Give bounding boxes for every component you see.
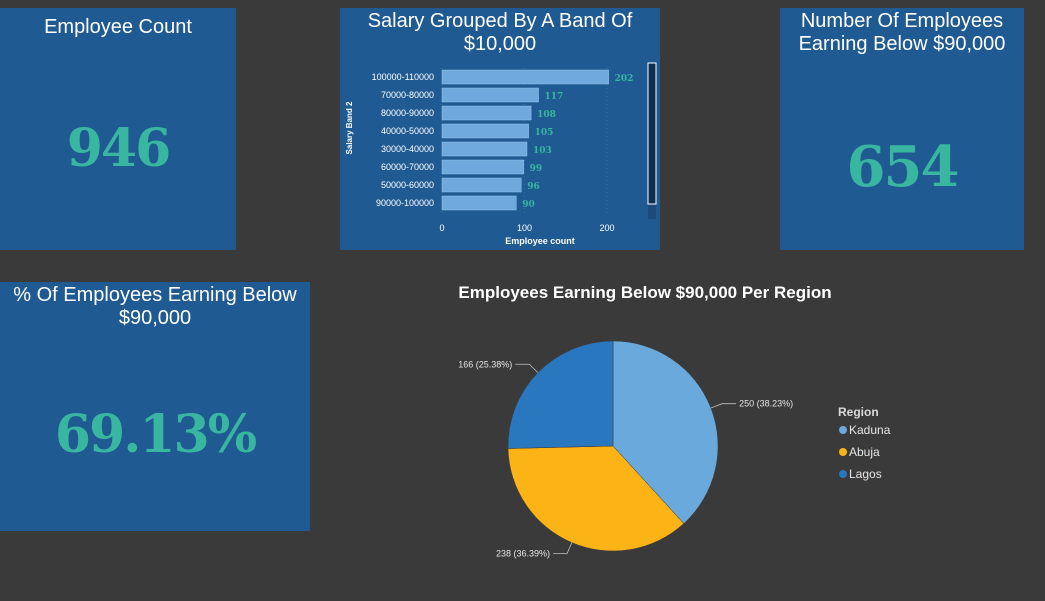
salary-bar[interactable] (441, 105, 532, 121)
salary-data-label: 99 (530, 164, 543, 174)
salary-data-label: 117 (545, 92, 564, 102)
salary-bar[interactable] (441, 177, 522, 193)
salary-category-label: 60000-70000 (381, 162, 434, 172)
legend-item-lagos[interactable]: Lagos (849, 467, 882, 481)
employee-count-card: Employee Count 946 (0, 8, 236, 250)
pie-leader-line (710, 403, 737, 409)
salary-x-tick-label: 100 (517, 223, 532, 233)
salary-bar[interactable] (441, 87, 539, 103)
pie-leader-line (553, 542, 573, 555)
below-90k-count-value: 654 (846, 134, 960, 200)
salary-bar[interactable] (441, 69, 609, 85)
salary-bar[interactable] (441, 159, 524, 175)
salary-y-axis-label: Salary Band 2 (345, 101, 354, 154)
salary-x-axis-label: Employee count (505, 236, 575, 246)
salary-category-label: 100000-110000 (372, 72, 434, 82)
employee-count-value: 946 (66, 118, 172, 179)
salary-bar[interactable] (441, 141, 528, 157)
legend-item-kaduna[interactable]: Kaduna (849, 423, 891, 437)
salary-scrollbar-thumb[interactable] (647, 62, 657, 205)
pct-below-90k-value: 69.13% (54, 404, 257, 465)
legend-marker-lagos (839, 470, 847, 478)
pie-data-label: 238 (36.39%) (496, 549, 550, 559)
salary-category-label: 30000-40000 (381, 144, 434, 154)
pct-below-90k-title: % Of Employees Earning Below $90,000 (13, 284, 297, 329)
salary-data-label: 108 (537, 110, 556, 120)
pie-data-label: 250 (38.23%) (739, 399, 793, 409)
legend-marker-abuja (839, 448, 847, 456)
salary-data-label: 103 (533, 146, 552, 156)
legend-marker-kaduna (839, 426, 847, 434)
salary-category-label: 70000-80000 (381, 90, 434, 100)
salary-x-tick-label: 200 (599, 223, 614, 233)
below-90k-count-card: Number Of Employees Earning Below $90,00… (780, 8, 1024, 250)
salary-category-label: 40000-50000 (381, 126, 434, 136)
region-pie-title: Employees Earning Below $90,000 Per Regi… (458, 283, 832, 302)
employee-count-title: Employee Count (44, 16, 192, 38)
salary-bar[interactable] (441, 123, 529, 139)
salary-category-label: 90000-100000 (376, 198, 434, 208)
salary-category-label: 50000-60000 (381, 180, 434, 190)
pie-data-label: 166 (25.38%) (458, 359, 512, 369)
pie-leader-line (515, 363, 539, 373)
below-90k-count-title: Number Of Employees Earning Below $90,00… (798, 10, 1006, 55)
pct-below-90k-card: % Of Employees Earning Below $90,000 69.… (0, 282, 310, 531)
salary-bar[interactable] (441, 195, 517, 211)
legend-title: Region (838, 405, 879, 419)
salary-data-label: 202 (615, 74, 634, 84)
salary-category-label: 80000-90000 (381, 108, 434, 118)
salary-bar-chart: Salary Band 2 Employee count 0 100 200 1000… (345, 62, 657, 246)
salary-data-label: 90 (522, 200, 535, 210)
salary-data-label: 96 (527, 182, 540, 192)
salary-x-tick-label: 0 (439, 223, 444, 233)
pie-slice-lagos[interactable] (507, 340, 614, 449)
salary-data-label: 105 (535, 128, 554, 138)
legend-item-abuja[interactable]: Abuja (849, 445, 880, 459)
salary-band-chart-card: Salary Grouped By A Band Of $10,000 Sala… (340, 8, 660, 250)
